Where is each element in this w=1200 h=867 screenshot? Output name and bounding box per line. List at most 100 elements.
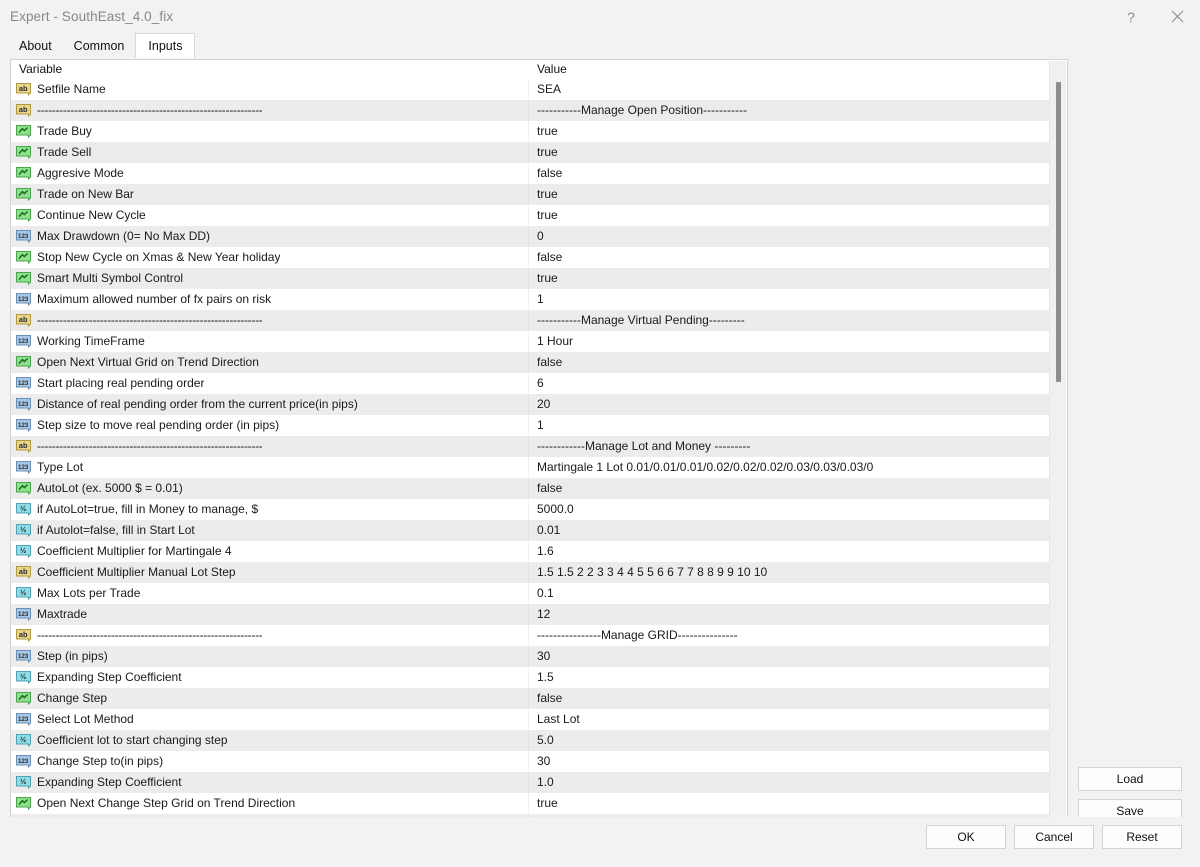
table-row[interactable]: Change Stepfalse xyxy=(11,688,1049,709)
table-row[interactable]: Open Next Change Step Grid on Trend Dire… xyxy=(11,793,1049,814)
value-cell[interactable]: true xyxy=(529,268,1048,288)
value-cell[interactable]: 5.0 xyxy=(529,730,1048,750)
table-row[interactable]: 123Working TimeFrame1 Hour xyxy=(11,331,1049,352)
value-cell[interactable]: true xyxy=(529,205,1048,225)
bool-type-icon xyxy=(16,271,31,285)
value-cell[interactable]: 30 xyxy=(529,751,1048,771)
table-row[interactable]: Trade on New Bartrue xyxy=(11,184,1049,205)
table-row[interactable]: 123Max Drawdown (0= No Max DD)0 xyxy=(11,226,1049,247)
ok-button[interactable]: OK xyxy=(926,825,1006,849)
load-button[interactable]: Load xyxy=(1078,767,1182,791)
variable-label: Expanding Step Coefficient xyxy=(37,775,182,790)
table-row[interactable]: Trade Buytrue xyxy=(11,121,1049,142)
value-cell[interactable]: 30 xyxy=(529,646,1048,666)
value-cell[interactable]: true xyxy=(529,142,1048,162)
value-cell[interactable]: SEA xyxy=(529,79,1048,99)
window-title: Expert - SouthEast_4.0_fix xyxy=(0,9,173,24)
string-type-icon: ab xyxy=(16,565,31,579)
value-cell[interactable]: false xyxy=(529,352,1048,372)
table-row[interactable]: ½Max Lots per Trade0.1 xyxy=(11,583,1049,604)
table-row[interactable]: abCoefficient Multiplier Manual Lot Step… xyxy=(11,562,1049,583)
value-cell[interactable]: 1.0 xyxy=(529,772,1048,792)
table-row[interactable]: 123Step size to move real pending order … xyxy=(11,415,1049,436)
table-row[interactable]: Smart Multi Symbol Controltrue xyxy=(11,268,1049,289)
value-cell[interactable]: true xyxy=(529,121,1048,141)
table-row[interactable]: Open Next Virtual Grid on Trend Directio… xyxy=(11,352,1049,373)
value-cell[interactable]: ------------Manage Lot and Money -------… xyxy=(529,436,1048,456)
cancel-button[interactable]: Cancel xyxy=(1014,825,1094,849)
value-cell[interactable]: 0.01 xyxy=(529,520,1048,540)
value-cell[interactable]: -----------Manage Virtual Pending-------… xyxy=(529,310,1048,330)
value-cell[interactable]: 12 xyxy=(529,604,1048,624)
value-cell[interactable]: -----------Manage Open Position---------… xyxy=(529,100,1048,120)
value-cell[interactable]: false xyxy=(529,247,1048,267)
value-cell[interactable]: 1.5 xyxy=(529,667,1048,687)
variable-label: if AutoLot=true, fill in Money to manage… xyxy=(37,502,258,517)
value-cell[interactable]: true xyxy=(529,793,1048,813)
table-row[interactable]: ½if AutoLot=true, fill in Money to manag… xyxy=(11,499,1049,520)
value-cell[interactable]: 6 xyxy=(529,373,1048,393)
tab-common[interactable]: Common xyxy=(63,36,136,57)
value-cell[interactable]: Last Lot xyxy=(529,709,1048,729)
bool-type-icon xyxy=(16,187,31,201)
variable-label: Open Next Change Step Grid on Trend Dire… xyxy=(37,796,295,811)
table-row[interactable]: ab--------------------------------------… xyxy=(11,625,1049,646)
table-row[interactable]: 123Step (in pips)30 xyxy=(11,646,1049,667)
table-row[interactable]: 123Select Lot MethodLast Lot xyxy=(11,709,1049,730)
table-row[interactable]: Continue New Cycle true xyxy=(11,205,1049,226)
variable-label: Step size to move real pending order (in… xyxy=(37,418,279,433)
table-row[interactable]: ½Expanding Step Coefficient1.0 xyxy=(11,772,1049,793)
table-row[interactable]: abSetfile NameSEA xyxy=(11,79,1049,100)
value-cell[interactable]: 1.6 xyxy=(529,541,1048,561)
tab-about[interactable]: About xyxy=(8,36,63,57)
variable-label: Continue New Cycle xyxy=(37,208,146,223)
value-cell[interactable]: 0 xyxy=(529,226,1048,246)
inputs-scrollbar-thumb[interactable] xyxy=(1056,82,1061,382)
table-row[interactable]: 123Change Step to(in pips)30 xyxy=(11,751,1049,772)
value-cell[interactable]: 5000.0 xyxy=(529,499,1048,519)
table-row[interactable]: ½if Autolot=false, fill in Start Lot0.01 xyxy=(11,520,1049,541)
grid-rows: abSetfile NameSEAab---------------------… xyxy=(11,79,1049,831)
value-cell[interactable]: 1 xyxy=(529,415,1048,435)
svg-text:½: ½ xyxy=(20,735,26,744)
value-cell[interactable]: 1.5 1.5 2 2 3 3 4 4 5 5 6 6 7 7 8 8 9 9 … xyxy=(529,562,1048,582)
bool-type-icon xyxy=(16,250,31,264)
table-row[interactable]: ½Coefficient lot to start changing step5… xyxy=(11,730,1049,751)
value-cell[interactable]: false xyxy=(529,478,1048,498)
bool-type-icon xyxy=(16,691,31,705)
footer-buttons: OK Cancel Reset xyxy=(926,825,1182,849)
table-row[interactable]: ab--------------------------------------… xyxy=(11,436,1049,457)
bool-type-icon xyxy=(16,124,31,138)
table-row[interactable]: 123Maximum allowed number of fx pairs on… xyxy=(11,289,1049,310)
table-row[interactable]: 123Type LotMartingale 1 Lot 0.01/0.01/0.… xyxy=(11,457,1049,478)
table-row[interactable]: ½Expanding Step Coefficient1.5 xyxy=(11,667,1049,688)
table-row[interactable]: Trade Selltrue xyxy=(11,142,1049,163)
variable-cell: 123Type Lot xyxy=(11,457,529,477)
table-row[interactable]: ½Coefficient Multiplier for Martingale 4… xyxy=(11,541,1049,562)
table-row[interactable]: ab--------------------------------------… xyxy=(11,100,1049,121)
table-row[interactable]: 123Distance of real pending order from t… xyxy=(11,394,1049,415)
help-icon[interactable]: ? xyxy=(1108,0,1154,33)
table-row[interactable]: AutoLot (ex. 5000 $ = 0.01)false xyxy=(11,478,1049,499)
table-row[interactable]: Aggresive Modefalse xyxy=(11,163,1049,184)
tab-inputs[interactable]: Inputs xyxy=(135,33,195,58)
value-cell[interactable]: ----------------Manage GRID-------------… xyxy=(529,625,1048,645)
value-cell[interactable]: 1 Hour xyxy=(529,331,1048,351)
string-type-icon: ab xyxy=(16,82,31,96)
close-icon[interactable] xyxy=(1154,0,1200,33)
table-row[interactable]: ab--------------------------------------… xyxy=(11,310,1049,331)
svg-text:123: 123 xyxy=(18,758,29,765)
value-cell[interactable]: 1 xyxy=(529,289,1048,309)
table-row[interactable]: Stop New Cycle on Xmas & New Year holida… xyxy=(11,247,1049,268)
variable-label: Coefficient Multiplier for Martingale 4 xyxy=(37,544,232,559)
value-cell[interactable]: false xyxy=(529,163,1048,183)
value-cell[interactable]: Martingale 1 Lot 0.01/0.01/0.01/0.02/0.0… xyxy=(529,457,1048,477)
table-row[interactable]: 123Start placing real pending order6 xyxy=(11,373,1049,394)
value-cell[interactable]: true xyxy=(529,184,1048,204)
value-cell[interactable]: 0.1 xyxy=(529,583,1048,603)
inputs-scrollbar-track[interactable] xyxy=(1049,61,1066,831)
value-cell[interactable]: false xyxy=(529,688,1048,708)
reset-button[interactable]: Reset xyxy=(1102,825,1182,849)
table-row[interactable]: 123Maxtrade12 xyxy=(11,604,1049,625)
value-cell[interactable]: 20 xyxy=(529,394,1048,414)
